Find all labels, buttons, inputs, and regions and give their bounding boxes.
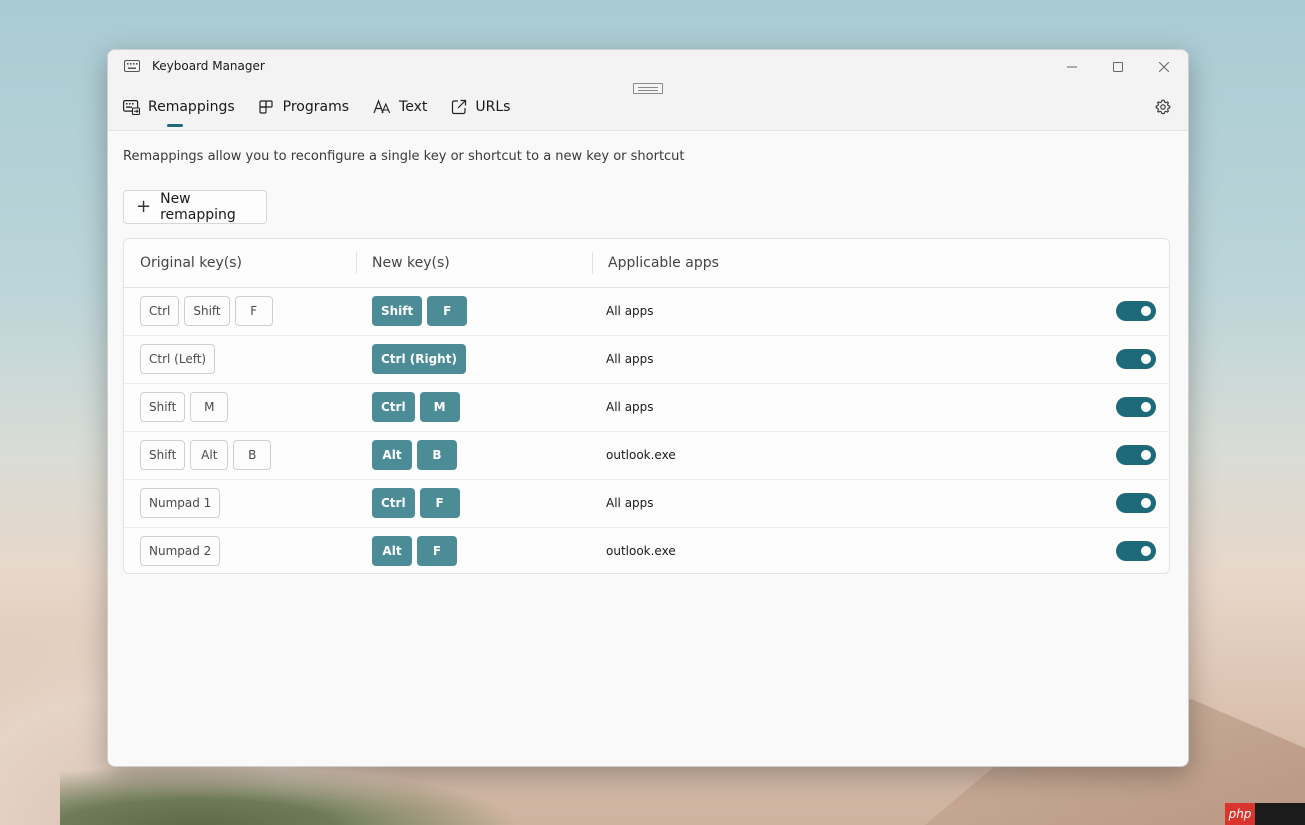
enable-toggle[interactable] [1116, 445, 1156, 465]
watermark: php [1225, 803, 1305, 825]
original-keys: Shift Alt B [140, 440, 276, 470]
minimize-icon [1067, 66, 1077, 68]
new-key: Ctrl [372, 488, 415, 518]
original-key: M [190, 392, 229, 422]
keyboard-icon [124, 60, 140, 72]
enable-toggle[interactable] [1116, 397, 1156, 417]
applicable-app: All apps [606, 352, 654, 366]
table-row: Ctrl (Left) Ctrl (Right) All apps [124, 335, 1169, 384]
new-keys: Ctrl F [372, 488, 465, 518]
applicable-app: All apps [606, 496, 654, 510]
applicable-app: All apps [606, 304, 654, 318]
applicable-app: All apps [606, 400, 654, 414]
original-key: Ctrl [140, 296, 180, 326]
original-key: B [233, 440, 272, 470]
new-keys: Alt F [372, 536, 462, 566]
enable-toggle[interactable] [1116, 301, 1156, 321]
maximize-icon [1113, 62, 1123, 72]
wallpaper-trees [60, 765, 520, 825]
enable-toggle[interactable] [1116, 493, 1156, 513]
applicable-app: outlook.exe [606, 544, 676, 558]
programs-icon [259, 99, 273, 114]
new-key: Alt [372, 440, 412, 470]
tab-label-text: Text [399, 99, 428, 115]
tab-bar: Remappings Programs Text URLs [123, 94, 534, 127]
original-keys: Ctrl Shift F [140, 296, 278, 326]
applicable-app: outlook.exe [606, 448, 676, 462]
original-key: F [234, 296, 273, 326]
gear-icon [1155, 99, 1171, 115]
settings-button[interactable] [1152, 96, 1174, 118]
original-keys: Numpad 2 [140, 536, 225, 566]
header-applicable-apps: Applicable apps [608, 255, 719, 271]
title-bar: Keyboard Manager Remappings Programs Tex… [108, 50, 1188, 131]
window-title: Keyboard Manager [152, 59, 265, 73]
header-original-keys: Original key(s) [140, 255, 242, 271]
selected-tab-indicator [167, 124, 183, 127]
tab-label-urls: URLs [475, 99, 511, 115]
table-row: Numpad 1 Ctrl F All apps [124, 479, 1169, 528]
drag-handle[interactable] [633, 83, 663, 94]
text-icon [373, 99, 391, 114]
enable-toggle[interactable] [1116, 541, 1156, 561]
table-row: Ctrl Shift F Shift F All apps [124, 287, 1169, 336]
original-key: Numpad 2 [140, 536, 221, 566]
original-key: Numpad 1 [140, 488, 221, 518]
new-key: F [427, 296, 468, 326]
table-row: Numpad 2 Alt F outlook.exe [124, 527, 1169, 575]
original-keys: Numpad 1 [140, 488, 225, 518]
original-keys: Ctrl (Left) [140, 344, 220, 374]
new-key: Ctrl [372, 392, 415, 422]
new-keys: Ctrl (Right) [372, 344, 471, 374]
maximize-button[interactable] [1095, 52, 1141, 82]
new-key: F [419, 488, 460, 518]
url-icon [452, 99, 467, 115]
minimize-button[interactable] [1049, 52, 1095, 82]
table-row: Shift Alt B Alt B outlook.exe [124, 431, 1169, 480]
new-keys: Alt B [372, 440, 462, 470]
header-new-keys: New key(s) [372, 255, 450, 271]
enable-toggle[interactable] [1116, 349, 1156, 369]
remappings-table: Original key(s) New key(s) Applicable ap… [123, 238, 1170, 574]
close-icon [1159, 62, 1169, 72]
page-description: Remappings allow you to reconfigure a si… [123, 149, 685, 164]
close-button[interactable] [1141, 52, 1187, 82]
column-divider [592, 252, 593, 274]
tab-text[interactable]: Text [373, 94, 427, 120]
original-key: Alt [190, 440, 229, 470]
column-divider [356, 252, 357, 274]
new-key: M [419, 392, 460, 422]
original-key: Shift [184, 296, 230, 326]
tab-remappings[interactable]: Remappings [123, 94, 235, 127]
new-key: B [417, 440, 457, 470]
new-remapping-label: New remapping [160, 191, 236, 223]
table-row: Shift M Ctrl M All apps [124, 383, 1169, 432]
table-header: Original key(s) New key(s) Applicable ap… [124, 239, 1169, 288]
new-key: F [417, 536, 457, 566]
new-key: Ctrl (Right) [372, 344, 466, 374]
original-key: Shift [140, 440, 186, 470]
new-key: Shift [372, 296, 423, 326]
new-remapping-button[interactable]: + New remapping [123, 190, 267, 224]
new-keys: Shift F [372, 296, 472, 326]
original-key: Shift [140, 392, 186, 422]
watermark-text: php [1225, 803, 1255, 825]
new-keys: Ctrl M [372, 392, 465, 422]
keyboard-remap-icon [123, 99, 140, 115]
original-key: Ctrl (Left) [140, 344, 216, 374]
tab-urls[interactable]: URLs [451, 94, 510, 120]
new-key: Alt [372, 536, 412, 566]
tab-programs[interactable]: Programs [259, 94, 349, 120]
keyboard-manager-window: Keyboard Manager Remappings Programs Tex… [107, 49, 1189, 767]
original-keys: Shift M [140, 392, 233, 422]
tab-label-remappings: Remappings [148, 99, 235, 115]
plus-icon: + [136, 196, 152, 217]
tab-label-programs: Programs [282, 99, 350, 115]
